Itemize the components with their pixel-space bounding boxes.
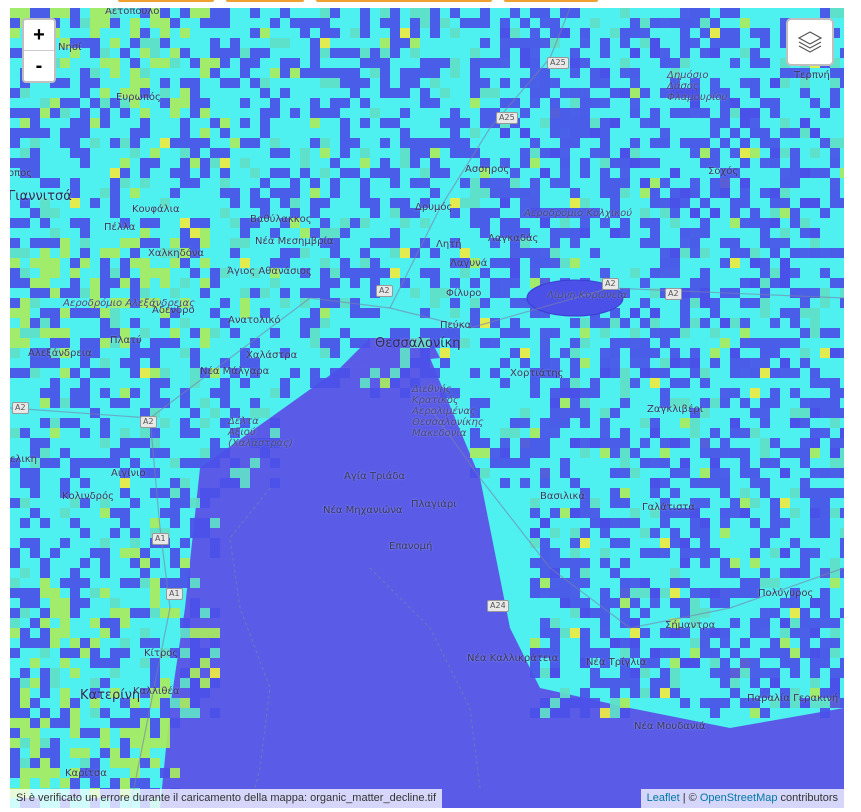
place-label: Σοχός [708, 166, 739, 177]
road-shield: A25 [547, 57, 569, 69]
road-shield: A2 [665, 288, 682, 300]
airport-label: Αεροδρόμιο Κολχικού [524, 208, 633, 219]
error-message: Si è verificato un errore durante il car… [10, 789, 443, 808]
zoom-in-button[interactable]: + [24, 20, 54, 50]
road-shield: A24 [487, 600, 509, 612]
place-label: Χαλάστρα [246, 350, 298, 361]
place-label: Ευρωπός [116, 92, 161, 103]
place-label: Αλεξάνδρεια [28, 348, 92, 359]
place-label: Λαγκαδάς [488, 233, 539, 244]
road-shield: A25 [496, 112, 518, 124]
place-label: Χορτιάτης [510, 368, 564, 379]
place-label: Ανατολικό [228, 315, 281, 326]
place-label: Νέα Τρίγλια [586, 657, 647, 668]
place-label: Πλατύ [110, 335, 142, 346]
place-label: Βαθύλακκος [250, 214, 312, 225]
place-label: Φίλυρο [446, 288, 482, 299]
place-label: Νέα Μηχανιώνα [323, 505, 403, 516]
place-label: Πλαγιάρι [411, 499, 457, 510]
forest-label: Δημόσιο Δάσος Φλαμουρίου [667, 70, 728, 103]
place-label: Νέα Μεσημβρία [255, 236, 334, 247]
place-label: Δέλτα Αξιού (Χαλάστρας) [228, 416, 293, 449]
place-label: Γαλάτιστα [642, 502, 696, 513]
place-label: Χαλκηδόνα [148, 248, 205, 259]
lake-label: Λίμνη Κορώνεια [547, 290, 628, 301]
place-label: Σήμαντρα [665, 620, 716, 631]
road-shield: A2 [140, 416, 157, 428]
airport-label: Διεθνής Κρατικός Αερολιμένας Θεσσαλονίκη… [412, 384, 484, 439]
place-label: Κίτρος [144, 648, 179, 659]
place-label: Άδενδρο [152, 305, 195, 316]
place-label: οπος [10, 168, 33, 179]
attribution: Leaflet | © OpenStreetMap contributors [640, 789, 844, 808]
place-label: Νέα Μάλγαρα [200, 366, 270, 377]
place-label: Νέα Μουδανιά [634, 721, 706, 732]
attribution-separator: | © [679, 792, 700, 804]
place-label: Λαγυνά [450, 258, 488, 269]
place-label: Γιαννιτσά [10, 189, 72, 204]
city-label: Θεσσαλονίκη [375, 336, 461, 351]
road-shield: A1 [152, 533, 169, 545]
place-label: Πολύγυρος [758, 588, 814, 599]
place-label: Πέλλα [104, 222, 136, 233]
attribution-suffix: contributors [777, 792, 838, 804]
place-label: Βασιλικά [540, 491, 585, 502]
zoom-out-button[interactable]: - [24, 50, 54, 81]
road-shield: A1 [166, 588, 183, 600]
road-shield: A2 [602, 278, 619, 290]
osm-link[interactable]: OpenStreetMap [700, 792, 778, 804]
place-label: Ζαγκλιβέρι [647, 404, 704, 415]
place-label: Αετόπουλο [105, 8, 160, 17]
place-label: Νέα Καλλικράτεια [467, 653, 559, 664]
map-container[interactable]: Αετόπουλο Νησί Ευρωπός οπος Γιαννιτσά Κο… [10, 8, 844, 808]
leaflet-link[interactable]: Leaflet [647, 792, 680, 804]
layers-button[interactable] [786, 18, 834, 66]
place-label: Αγία Τριάδα [344, 471, 406, 482]
layers-icon [797, 31, 823, 53]
tab-stub[interactable] [316, 0, 492, 2]
place-label: Ασσηρος [465, 164, 510, 175]
place-label: Κατερίνη [80, 688, 141, 703]
tab-stub[interactable] [226, 0, 304, 2]
place-label: Καρίτσα [65, 768, 107, 779]
place-label: Πεύκα [440, 320, 472, 331]
road-shield: A2 [376, 285, 393, 297]
place-label: Κολινδρός [62, 491, 115, 502]
place-label: Νησί [58, 42, 82, 53]
place-label: Παραλία Γερακινή [747, 693, 839, 704]
place-label: ελικη [10, 454, 37, 465]
place-label: Αιγίνιο [111, 468, 146, 479]
place-label: Καλλιθέα [133, 686, 180, 697]
tab-stub[interactable] [504, 0, 598, 2]
top-tab-strip [0, 0, 861, 8]
zoom-control: + - [22, 18, 56, 83]
place-label: Λητή [436, 239, 462, 250]
place-label: Κουφάλια [132, 204, 180, 215]
place-label: Τερπνή [794, 70, 830, 81]
place-label: Άγιος Αθανάσιος [227, 266, 312, 277]
tab-stub[interactable] [118, 0, 214, 2]
place-label: Επανομή [389, 541, 433, 552]
road-shield: A2 [12, 402, 29, 414]
place-label: Δρυμός [415, 202, 453, 213]
